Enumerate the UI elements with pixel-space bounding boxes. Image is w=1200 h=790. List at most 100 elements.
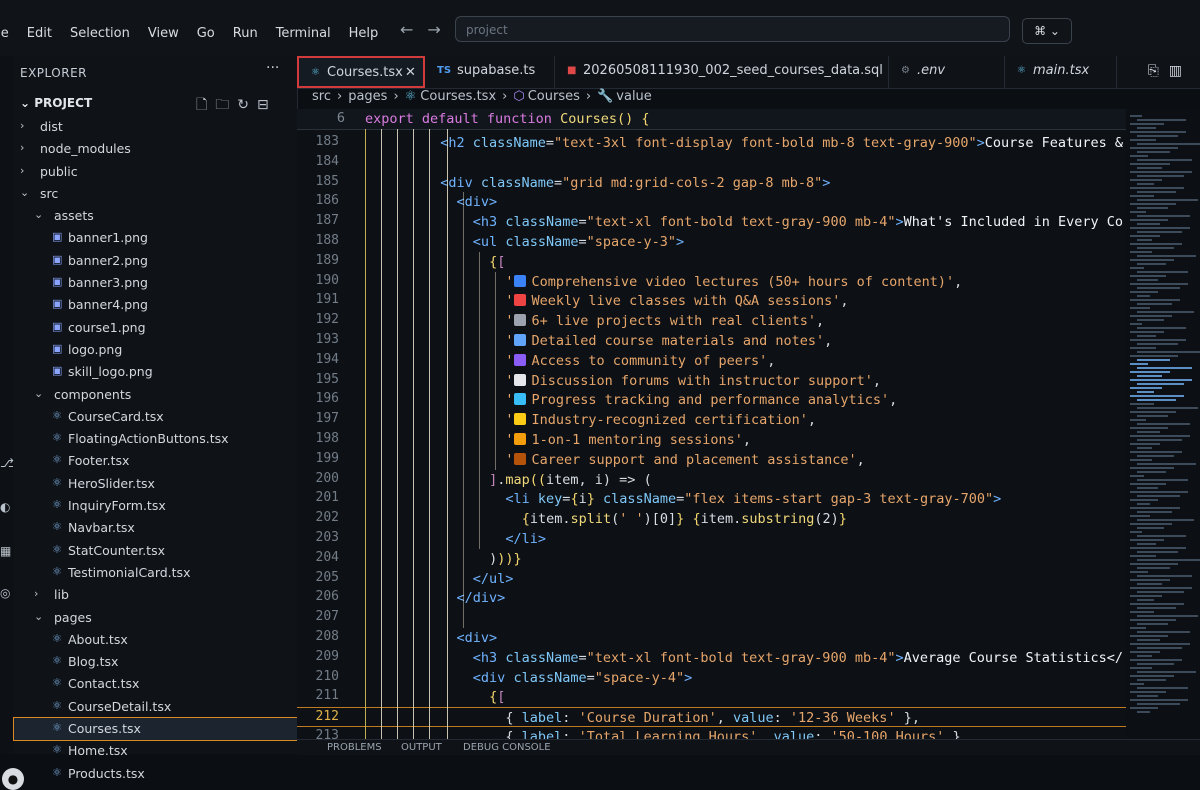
code-line[interactable]: 212 { label: 'Course Duration', value: '1… <box>297 707 1200 727</box>
panel-tab-output[interactable]: OUTPUT <box>401 742 442 753</box>
file-item[interactable]: ⚛ About.tsx <box>14 629 297 651</box>
file-item[interactable]: ▣ banner4.png <box>14 294 297 316</box>
file-item[interactable]: ⚛ Home.tsx <box>14 740 297 762</box>
file-item[interactable]: ⚛ CourseDetail.tsx <box>14 696 297 718</box>
menu-view[interactable]: View <box>139 24 188 44</box>
menu-help[interactable]: Help <box>340 24 388 44</box>
breadcrumb-item[interactable]: 🔧 value <box>597 89 652 109</box>
code-line[interactable]: 189 {[ <box>297 252 1200 272</box>
code-line[interactable]: 190 ' Comprehensive video lectures (50+ ho… <box>297 272 1200 292</box>
file-item[interactable]: ▣ logo.png <box>14 339 297 361</box>
file-item[interactable]: ▣ banner1.png <box>14 227 297 249</box>
breadcrumb-item[interactable]: ⬡ Courses <box>513 89 580 109</box>
file-item[interactable]: ⚛ TestimonialCard.tsx <box>14 562 297 584</box>
navigation-arrows[interactable]: ←→ <box>400 20 455 39</box>
code-line[interactable]: 198 ' 1-on-1 mentoring sessions', <box>297 430 1200 450</box>
more-actions-icon[interactable]: ··· <box>266 60 279 76</box>
menu-run[interactable]: Run <box>224 24 267 44</box>
code-line[interactable]: 193 ' Detailed course materials and notes'… <box>297 331 1200 351</box>
file-item[interactable]: ⚛ Products.tsx <box>14 763 297 785</box>
code-line[interactable]: 185 <div className="grid md:grid-cols-2 g… <box>297 173 1200 193</box>
code-line[interactable]: 199 ' Career support and placement assista… <box>297 450 1200 470</box>
code-line[interactable]: 184 <box>297 153 1200 173</box>
folder-pages[interactable]: ⌄ pages <box>14 607 297 629</box>
minimap[interactable] <box>1126 109 1200 739</box>
folder-lib[interactable]: › lib <box>14 584 297 606</box>
file-item[interactable]: ⚛ Courses.tsx <box>13 717 298 742</box>
split-editor-icon[interactable]: ⎘ <box>1148 63 1169 79</box>
code-line[interactable]: 201 <li key={i} className="flex items-sta… <box>297 489 1200 509</box>
refresh-icon[interactable]: ↻ <box>237 97 257 113</box>
file-item[interactable]: ⚛ HeroSlider.tsx <box>14 473 297 495</box>
code-line[interactable]: 206 </div> <box>297 588 1200 608</box>
tab-20260508111930-002-seed-courses-data-sql[interactable]: ■ 20260508111930_002_seed_courses_data.sq… <box>555 56 889 88</box>
tab-courses-tsx[interactable]: ⚛ Courses.tsx ✕ <box>297 56 425 88</box>
file-item[interactable]: ⚛ Navbar.tsx <box>14 517 297 539</box>
code-line[interactable]: 213 { label: 'Total Learning Hours', valu… <box>297 727 1200 739</box>
menu-terminal[interactable]: Terminal <box>267 24 340 44</box>
menu-selection[interactable]: Selection <box>61 24 139 44</box>
source-control-icon[interactable]: ⎇ <box>0 456 14 474</box>
sticky-scroll-line[interactable]: 6 export default function Courses() { <box>297 109 1200 130</box>
panel-tab-debug-console[interactable]: DEBUG CONSOLE <box>463 742 551 753</box>
code-editor[interactable]: 6 export default function Courses() { 18… <box>297 109 1200 739</box>
menu-file[interactable]: File <box>0 24 18 44</box>
menu-edit[interactable]: Edit <box>18 24 61 44</box>
new-file-icon[interactable]: 🗋 <box>196 97 215 113</box>
remote-icon[interactable]: ◎ <box>0 586 14 604</box>
folder-src[interactable]: ⌄ src <box>14 183 297 205</box>
debug-icon[interactable]: ◐ <box>0 500 14 518</box>
project-folder-row[interactable]: ⌄ PROJECT 🗋🗀↻⊟ <box>14 94 297 114</box>
breadcrumb-item[interactable]: src <box>312 89 331 109</box>
command-center-search[interactable]: project <box>455 16 1010 42</box>
code-line[interactable]: 200].map((item, i) => ( <box>297 470 1200 490</box>
folder-node_modules[interactable]: › node_modules <box>14 138 297 160</box>
code-line[interactable]: 205 </ul> <box>297 569 1200 589</box>
code-line[interactable]: 188 <ul className="space-y-3"> <box>297 232 1200 252</box>
collapse-all-icon[interactable]: ⊟ <box>257 97 277 113</box>
file-item[interactable]: ⚛ CourseCard.tsx <box>14 406 297 428</box>
code-line[interactable]: 187 <h3 className="text-xl font-bold text… <box>297 212 1200 232</box>
file-item[interactable]: ⚛ FloatingActionButtons.tsx <box>14 428 297 450</box>
code-line[interactable]: 197 ' Industry-recognized certification', <box>297 410 1200 430</box>
file-item[interactable]: ⚛ Contact.tsx <box>14 673 297 695</box>
code-line[interactable]: 192 ' 6+ live projects with real clients', <box>297 311 1200 331</box>
file-item[interactable]: ⚛ InquiryForm.tsx <box>14 495 297 517</box>
close-tab-icon[interactable]: ✕ <box>405 65 416 80</box>
file-item[interactable]: ▣ banner2.png <box>14 250 297 272</box>
breadcrumb-item[interactable]: pages <box>348 89 387 109</box>
code-line[interactable]: 207 <box>297 608 1200 628</box>
folder-assets[interactable]: ⌄ assets <box>14 205 297 227</box>
tab-supabase-ts[interactable]: TS supabase.ts <box>425 56 555 88</box>
layout-icon[interactable]: ▥ <box>1169 63 1192 79</box>
copilot-chat-button[interactable]: ⌘ ⌄ <box>1022 18 1072 44</box>
code-line[interactable]: 209 <h3 className="text-xl font-bold text… <box>297 648 1200 668</box>
file-item[interactable]: ▣ banner3.png <box>14 272 297 294</box>
file-item[interactable]: ⚛ StatCounter.tsx <box>14 540 297 562</box>
file-item[interactable]: ▣ skill_logo.png <box>14 361 297 383</box>
code-line[interactable]: 204)))} <box>297 549 1200 569</box>
new-folder-icon[interactable]: 🗀 <box>215 97 237 113</box>
file-item[interactable]: ⚛ Blog.tsx <box>14 651 297 673</box>
menu-go[interactable]: Go <box>188 24 224 44</box>
extensions-icon[interactable]: ▦ <box>0 544 14 562</box>
folder-components[interactable]: ⌄ components <box>14 384 297 406</box>
code-line[interactable]: 191 ' Weekly live classes with Q&A session… <box>297 291 1200 311</box>
code-line[interactable]: 210 <div className="space-y-4"> <box>297 668 1200 688</box>
code-line[interactable]: 203 </li> <box>297 529 1200 549</box>
code-line[interactable]: 195 ' Discussion forums with instructor su… <box>297 371 1200 391</box>
folder-public[interactable]: › public <box>14 161 297 183</box>
code-line[interactable]: 194 ' Access to community of peers', <box>297 351 1200 371</box>
panel-tab-problems[interactable]: PROBLEMS <box>327 742 382 753</box>
tab--env[interactable]: ⚙ .env <box>889 56 1005 88</box>
tab-main-tsx[interactable]: ⚛ main.tsx <box>1005 56 1117 88</box>
breadcrumb-item[interactable]: ⚛ Courses.tsx <box>405 89 497 109</box>
code-line[interactable]: 208 <div> <box>297 628 1200 648</box>
folder-dist[interactable]: › dist <box>14 116 297 138</box>
file-item[interactable]: ▣ course1.png <box>14 317 297 339</box>
code-line[interactable]: 202 {item.split(' ')[0]} {item.substring(… <box>297 509 1200 529</box>
code-line[interactable]: 211 {[ <box>297 687 1200 707</box>
code-line[interactable]: 183 <h2 className="text-3xl font-display … <box>297 133 1200 153</box>
code-line[interactable]: 186 <div> <box>297 192 1200 212</box>
file-item[interactable]: ⚛ Footer.tsx <box>14 450 297 472</box>
